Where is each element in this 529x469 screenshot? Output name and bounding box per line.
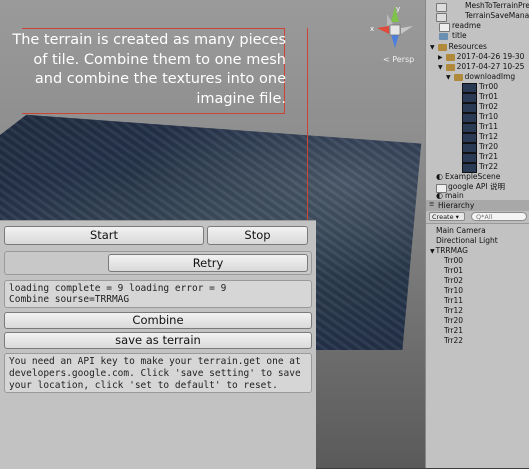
list-item[interactable]: MeshToTerrainPre <box>436 1 529 12</box>
folder-icon <box>446 54 455 61</box>
folder-icon <box>438 44 447 51</box>
annotation-line: of tile. Combine them to one mesh <box>33 51 286 68</box>
list-item[interactable]: Trr12 <box>462 132 498 143</box>
hierarchy-toolbar: Create ▾ Q*All <box>426 211 529 224</box>
create-dropdown[interactable]: Create ▾ <box>429 212 465 221</box>
folder-icon <box>454 74 463 81</box>
status-line: loading complete = 9 loading error = 9 <box>9 283 227 294</box>
list-item[interactable]: ▼ 2017-04-27 10-25 <box>438 62 524 72</box>
axis-gizmo-icon[interactable]: y x <box>367 4 423 56</box>
annotation-line: The terrain is created as many pieces <box>12 32 286 48</box>
hierarchy-item[interactable]: Trr02 <box>444 276 463 286</box>
annotation-line: imagine file. <box>196 90 286 107</box>
hierarchy-item[interactable]: Trr11 <box>444 296 463 306</box>
combine-button[interactable]: Combine <box>4 312 312 329</box>
list-item[interactable]: Trr00 <box>462 82 498 93</box>
list-item[interactable]: ▶ 2017-04-26 19-30 <box>438 52 524 62</box>
retry-button[interactable]: Retry <box>108 254 308 272</box>
list-item[interactable]: ▼ downloadImg <box>446 72 515 82</box>
start-button[interactable]: Start <box>4 226 204 245</box>
list-item[interactable]: Trr10 <box>462 112 498 123</box>
status-box: loading complete = 9 loading error = 9 C… <box>4 280 312 308</box>
hierarchy-item[interactable]: Main Camera <box>436 226 486 236</box>
hierarchy-item[interactable]: Trr21 <box>444 326 463 336</box>
save-as-terrain-button[interactable]: save as terrain <box>4 332 312 349</box>
scene-gizmo[interactable]: y x < Persp <box>367 4 423 64</box>
list-item[interactable]: Trr21 <box>462 152 498 163</box>
list-item[interactable]: ▼ Resources <box>430 42 487 52</box>
gizmo-x-label: x <box>370 25 374 33</box>
info-box: You need an API key to make your terrain… <box>4 353 312 393</box>
list-item[interactable]: TerrainSaveManag <box>436 11 529 22</box>
list-item[interactable]: ◐ ExampleScene <box>436 172 500 182</box>
hierarchy-item[interactable]: Trr12 <box>444 306 463 316</box>
hierarchy-item[interactable]: Trr22 <box>444 336 463 346</box>
hierarchy-item[interactable]: Trr20 <box>444 316 463 326</box>
list-item[interactable]: Trr20 <box>462 142 498 153</box>
tab-hierarchy[interactable]: Hierarchy <box>438 201 474 210</box>
hierarchy-item[interactable]: Trr00 <box>444 256 463 266</box>
hierarchy-item[interactable]: ▼TRRMAG <box>430 246 468 256</box>
hierarchy-item[interactable]: Directional Light <box>436 236 498 246</box>
hierarchy-icon: ≡ <box>429 200 435 208</box>
annotation-line: and combine the textures into one <box>34 71 286 87</box>
list-item[interactable]: Trr01 <box>462 92 498 103</box>
list-item[interactable]: Trr22 <box>462 162 498 173</box>
perspective-label[interactable]: < Persp <box>383 55 414 64</box>
tool-panel: Start Stop Retry loading complete = 9 lo… <box>0 220 316 469</box>
list-item[interactable]: Trr02 <box>462 102 498 113</box>
hierarchy-item[interactable]: Trr01 <box>444 266 463 276</box>
status-line: Combine sourse=TRRMAG <box>9 294 130 305</box>
unity-scene-icon: ◐ <box>436 172 443 181</box>
hierarchy-item[interactable]: Trr10 <box>444 286 463 296</box>
gizmo-y-label: y <box>396 5 400 13</box>
annotation-text: The terrain is created as many pieces of… <box>6 31 286 109</box>
hierarchy-search-input[interactable]: Q*All <box>471 212 527 221</box>
image-icon <box>439 33 448 40</box>
list-item[interactable]: title <box>439 31 467 41</box>
list-item[interactable]: readme <box>439 21 481 32</box>
unity-scene-icon: ◐ <box>436 191 443 200</box>
folder-icon <box>446 64 455 71</box>
project-panel: MeshToTerrainPre TerrainSaveManag readme… <box>425 0 529 468</box>
stop-button[interactable]: Stop <box>207 226 308 245</box>
list-item[interactable]: Trr11 <box>462 122 498 133</box>
